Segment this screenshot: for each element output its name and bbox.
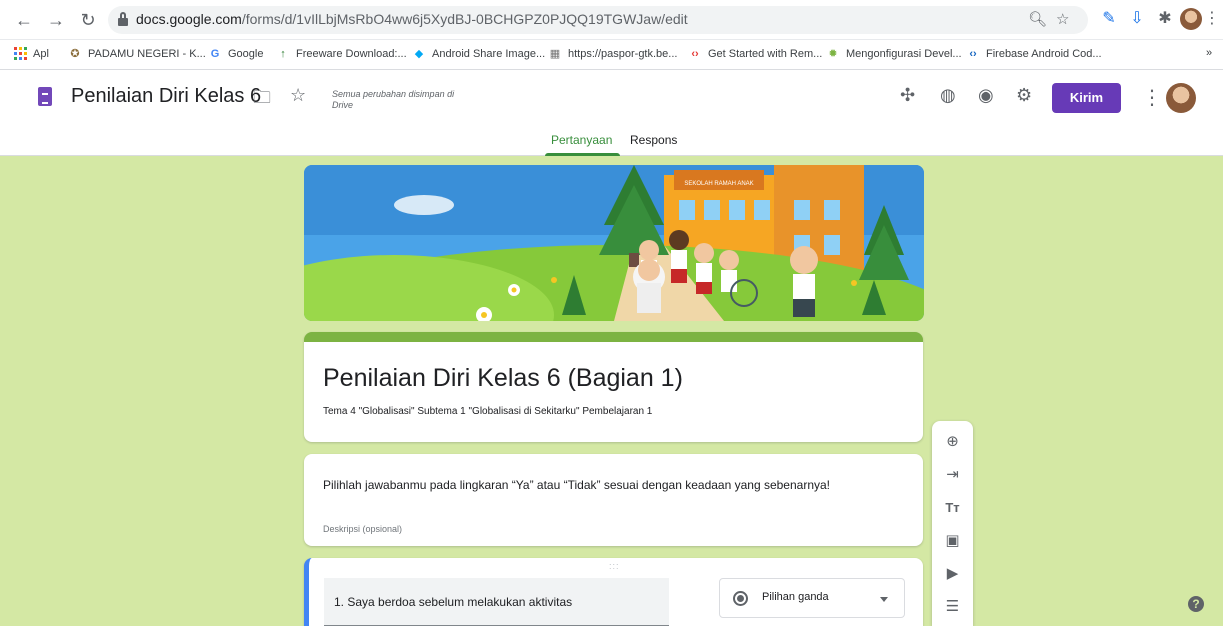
reload-icon[interactable]: ↻: [76, 8, 100, 32]
folder-icon[interactable]: 🗀︎: [253, 85, 271, 115]
address-bar[interactable]: docs.google.com/forms/d/1vIlLbjMsRbO4ww6…: [108, 6, 1088, 34]
bookmark-label: Freeware Download:...: [296, 48, 407, 60]
radio-button-icon: [733, 591, 748, 606]
code-icon: ‹›: [691, 48, 699, 60]
section-text[interactable]: Pilihlah jawabanmu pada lingkaran “Ya” a…: [323, 478, 830, 492]
bookmark-apps[interactable]: Apl: [14, 47, 49, 60]
bookmark-mengonfigurasi[interactable]: ✹ Mengonfigurasi Devel...: [826, 47, 962, 61]
star-icon[interactable]: ☆: [290, 85, 306, 106]
url-path: /forms/d/1vIlLbjMsRbO4ww6j5XydBJ-0BCHGPZ…: [241, 11, 688, 27]
bookmark-label: Mengonfigurasi Devel...: [846, 48, 962, 60]
bookmarks-overflow-button[interactable]: »: [1206, 47, 1212, 59]
add-image-icon[interactable]: ▣: [940, 528, 965, 553]
bookmark-label: Android Share Image...: [432, 48, 546, 60]
document-title[interactable]: Penilaian Diri Kelas 6: [71, 85, 261, 108]
floating-toolbar: ⊕ ⇥ Tт ▣ ▶ ☰: [932, 421, 973, 626]
form-title[interactable]: Penilaian Diri Kelas 6 (Bagian 1): [323, 364, 683, 393]
tab-questions[interactable]: Pertanyaan: [551, 133, 612, 147]
browser-toolbar: ← → ↻ docs.google.com/forms/d/1vIlLbjMsR…: [0, 0, 1223, 40]
freeware-icon: ↑: [280, 48, 286, 60]
help-icon[interactable]: ?: [1188, 596, 1204, 612]
url-host: docs.google.com: [136, 11, 242, 27]
eyedropper-extension-icon[interactable]: ✎: [1098, 8, 1120, 30]
lock-icon[interactable]: [118, 12, 128, 26]
question-type-dropdown[interactable]: Pilihan ganda: [719, 578, 905, 618]
android-share-icon: ◆: [414, 48, 424, 60]
profile-avatar[interactable]: [1180, 8, 1202, 30]
add-question-icon[interactable]: ⊕: [940, 429, 965, 454]
add-video-icon[interactable]: ▶: [940, 561, 965, 586]
import-questions-icon[interactable]: ⇥: [940, 462, 965, 487]
android-icon: ✹: [828, 48, 838, 60]
addons-puzzle-icon[interactable]: ✣: [900, 85, 915, 106]
question-text: 1. Saya berdoa sebelum melakukan aktivit…: [334, 595, 573, 609]
google-g-icon: G: [210, 48, 220, 60]
zoom-icon[interactable]: 🔍︎: [1028, 10, 1047, 28]
form-title-card: Penilaian Diri Kelas 6 (Bagian 1) Tema 4…: [304, 332, 923, 442]
question-type-label: Pilihan ganda: [762, 591, 829, 603]
forward-icon[interactable]: →: [44, 8, 68, 32]
bookmark-android-share[interactable]: ◆ Android Share Image...: [412, 47, 545, 61]
bookmark-label: Google: [228, 48, 264, 60]
url-text[interactable]: docs.google.com/forms/d/1vIlLbjMsRbO4ww6…: [136, 11, 688, 27]
bookmark-label: Get Started with Rem...: [708, 48, 823, 60]
drag-handle-icon[interactable]: :::: [609, 561, 620, 571]
bookmark-label: https://paspor-gtk.be...: [568, 48, 678, 60]
bookmark-paspor-gtk[interactable]: ▦ https://paspor-gtk.be...: [548, 47, 678, 61]
back-icon[interactable]: ←: [12, 8, 36, 32]
paspor-icon: ▦: [549, 48, 561, 60]
apps-grid-icon: [14, 47, 27, 60]
tab-responses[interactable]: Respons: [630, 133, 677, 147]
banner-sign-text: SEKOLAH RAMAH ANAK: [684, 181, 753, 187]
bookmark-freeware[interactable]: ↑ Freeware Download:...: [276, 47, 407, 61]
form-canvas: SEKOLAH RAMAH ANAK Penilaian Diri Kelas …: [0, 156, 1223, 626]
header-banner-image: SEKOLAH RAMAH ANAK: [304, 165, 924, 321]
more-options-icon[interactable]: ⋮: [1142, 85, 1162, 110]
bookmark-label: PADAMU NEGERI - K...: [88, 48, 206, 60]
form-description[interactable]: Tema 4 "Globalisasi" Subtema 1 "Globalis…: [323, 406, 652, 417]
extensions-puzzle-icon[interactable]: ✱: [1154, 8, 1176, 30]
bookmark-get-started[interactable]: ‹› Get Started with Rem...: [688, 47, 822, 61]
palette-icon[interactable]: ◍: [940, 85, 956, 106]
add-section-icon[interactable]: ☰: [940, 594, 965, 619]
bookmark-google[interactable]: G Google: [208, 47, 264, 61]
code-icon: ‹›: [969, 48, 977, 60]
bookmarks-bar: Apl ✪ PADAMU NEGERI - K... G Google ↑ Fr…: [0, 40, 1223, 70]
save-status: Semua perubahan disimpan di Drive: [332, 89, 455, 110]
browser-menu-icon[interactable]: ⋮: [1204, 8, 1220, 30]
bookmark-label: Firebase Android Cod...: [986, 48, 1102, 60]
download-extension-icon[interactable]: ⇩: [1126, 8, 1148, 30]
dropdown-arrow-icon: [880, 597, 888, 602]
question-card[interactable]: ::: 1. Saya berdoa sebelum melakukan akt…: [304, 558, 923, 626]
forms-header: Penilaian Diri Kelas 6 🗀︎ ☆ Semua peruba…: [0, 71, 1223, 156]
bookmark-padamu-negeri[interactable]: ✪ PADAMU NEGERI - K...: [68, 47, 206, 61]
question-title-input[interactable]: 1. Saya berdoa sebelum melakukan aktivit…: [324, 578, 669, 626]
garuda-icon: ✪: [70, 48, 80, 60]
bookmark-star-icon[interactable]: ☆: [1056, 10, 1069, 28]
settings-gear-icon[interactable]: ⚙: [1016, 85, 1032, 106]
preview-eye-icon[interactable]: ◉: [978, 85, 994, 106]
bookmark-firebase[interactable]: ‹› Firebase Android Cod...: [966, 47, 1102, 61]
bookmark-label: Apl: [33, 47, 49, 60]
forms-logo-icon[interactable]: [38, 87, 52, 106]
description-placeholder[interactable]: Deskripsi (opsional): [323, 524, 402, 534]
send-button[interactable]: Kirim: [1052, 83, 1121, 113]
avatar[interactable]: [1166, 83, 1196, 113]
add-title-description-icon[interactable]: Tт: [940, 495, 965, 520]
section-card: Pilihlah jawabanmu pada lingkaran “Ya” a…: [304, 454, 923, 546]
